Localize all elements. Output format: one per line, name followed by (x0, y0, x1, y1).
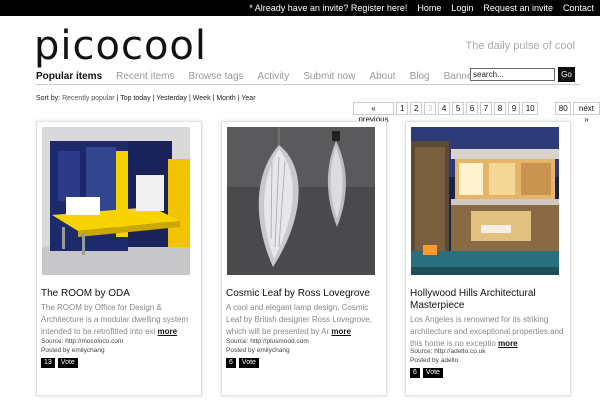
vote-count: 6 (226, 358, 236, 368)
vote-group: 6 Vote (226, 358, 262, 368)
nav-blog[interactable]: Blog (410, 71, 430, 82)
item-card: Hollywood Hills Architectural Masterpiec… (405, 121, 571, 396)
nav-about[interactable]: About (369, 71, 395, 82)
more-link[interactable]: more (498, 339, 518, 348)
sort-separator: | (152, 95, 155, 102)
page-link[interactable]: 6 (465, 102, 478, 115)
request-invite-link[interactable]: Request an invite (483, 2, 553, 14)
item-card: The ROOM by ODA The ROOM by Office for D… (36, 121, 202, 396)
page-link[interactable]: 7 (479, 102, 492, 115)
pagination-next[interactable]: next » (572, 102, 600, 124)
home-link[interactable]: Home (417, 2, 441, 14)
page-link[interactable]: 4 (437, 102, 450, 115)
item-card: Cosmic Leaf by Ross Lovegrove A cool and… (221, 121, 387, 396)
sort-separator: | (212, 95, 215, 102)
item-source[interactable]: Source: http://adelto.co.uk (410, 347, 486, 356)
sort-bar: Sort by: Recently popular | Top today | … (36, 95, 256, 102)
nav-browse-tags[interactable]: Browse tags (189, 71, 244, 82)
item-title[interactable]: Hollywood Hills Architectural Masterpiec… (410, 288, 562, 312)
vote-button[interactable]: Vote (57, 358, 78, 368)
page-link[interactable]: 8 (493, 102, 506, 115)
vote-button[interactable]: Vote (422, 368, 443, 378)
site-tagline: The daily pulse of cool (465, 40, 575, 52)
site-logo[interactable]: picocool (34, 22, 207, 70)
sort-yesterday[interactable]: Yesterday (156, 95, 187, 102)
sort-separator: | (237, 95, 240, 102)
nav-divider (36, 84, 580, 85)
item-description: A cool and elegant lamp design, Cosmic L… (226, 302, 382, 338)
top-links: * Already have an invite? Register here!… (239, 2, 594, 14)
sort-separator: | (189, 95, 191, 102)
sort-top-today[interactable]: Top today (120, 95, 150, 102)
pagination: « previous 1 2 3 4 5 6 7 8 9 10 80 next … (353, 102, 600, 124)
vote-count: 13 (41, 358, 55, 368)
sort-year[interactable]: Year (241, 95, 255, 102)
item-image-cosmic-leaf[interactable] (227, 127, 375, 275)
item-title[interactable]: The ROOM by ODA (41, 288, 193, 300)
page-link-last[interactable]: 80 (554, 102, 571, 115)
more-link[interactable]: more (158, 327, 178, 336)
item-title[interactable]: Cosmic Leaf by Ross Lovegrove (226, 288, 378, 300)
vote-count: 6 (410, 368, 420, 378)
nav-recent-items[interactable]: Recent items (116, 71, 174, 82)
vote-button[interactable]: Vote (238, 358, 259, 368)
page-link[interactable]: 9 (507, 102, 520, 115)
main-nav: Popular items Recent items Browse tags A… (36, 71, 495, 82)
sort-label: Sort by: (36, 95, 61, 102)
vote-group: 6 Vote (410, 368, 446, 378)
item-description-text: Los Angeles is renowned for its striking… (410, 315, 564, 348)
item-posted-by[interactable]: Posted by emilychang (226, 346, 290, 355)
vote-group: 13 Vote (41, 358, 81, 368)
sort-separator: | (116, 95, 119, 102)
pagination-gap (539, 102, 553, 115)
search-input[interactable]: search... (470, 68, 555, 81)
item-image-room[interactable] (42, 127, 190, 275)
more-link[interactable]: more (331, 327, 351, 336)
item-posted-by[interactable]: Posted by adelto (410, 356, 458, 365)
item-description: The ROOM by Office for Design & Architec… (41, 302, 197, 338)
page-link[interactable]: 1 (395, 102, 408, 115)
search-go-button[interactable]: Go (558, 67, 575, 82)
item-posted-by[interactable]: Posted by emilychang (41, 346, 105, 355)
item-source[interactable]: Source: http://plusmood.com (226, 337, 309, 346)
page-link[interactable]: 5 (451, 102, 464, 115)
pagination-previous[interactable]: « previous (353, 102, 394, 124)
sort-month[interactable]: Month (216, 95, 235, 102)
top-bar: * Already have an invite? Register here!… (0, 0, 600, 16)
page-link[interactable]: 2 (409, 102, 422, 115)
contact-link[interactable]: Contact (563, 2, 594, 14)
nav-activity[interactable]: Activity (258, 71, 290, 82)
nav-popular-items[interactable]: Popular items (36, 71, 102, 82)
item-description: Los Angeles is renowned for its striking… (410, 314, 566, 350)
page-current: 3 (423, 102, 436, 115)
register-link[interactable]: * Already have an invite? Register here! (249, 2, 407, 14)
sort-week[interactable]: Week (193, 95, 211, 102)
page-link[interactable]: 10 (521, 102, 538, 115)
item-image-hollywood-hills[interactable] (411, 127, 559, 275)
nav-submit-now[interactable]: Submit now (303, 71, 355, 82)
login-link[interactable]: Login (451, 2, 473, 14)
item-source[interactable]: Source: http://mocoloco.com (41, 337, 123, 346)
sort-recently-popular[interactable]: Recently popular (62, 95, 115, 102)
